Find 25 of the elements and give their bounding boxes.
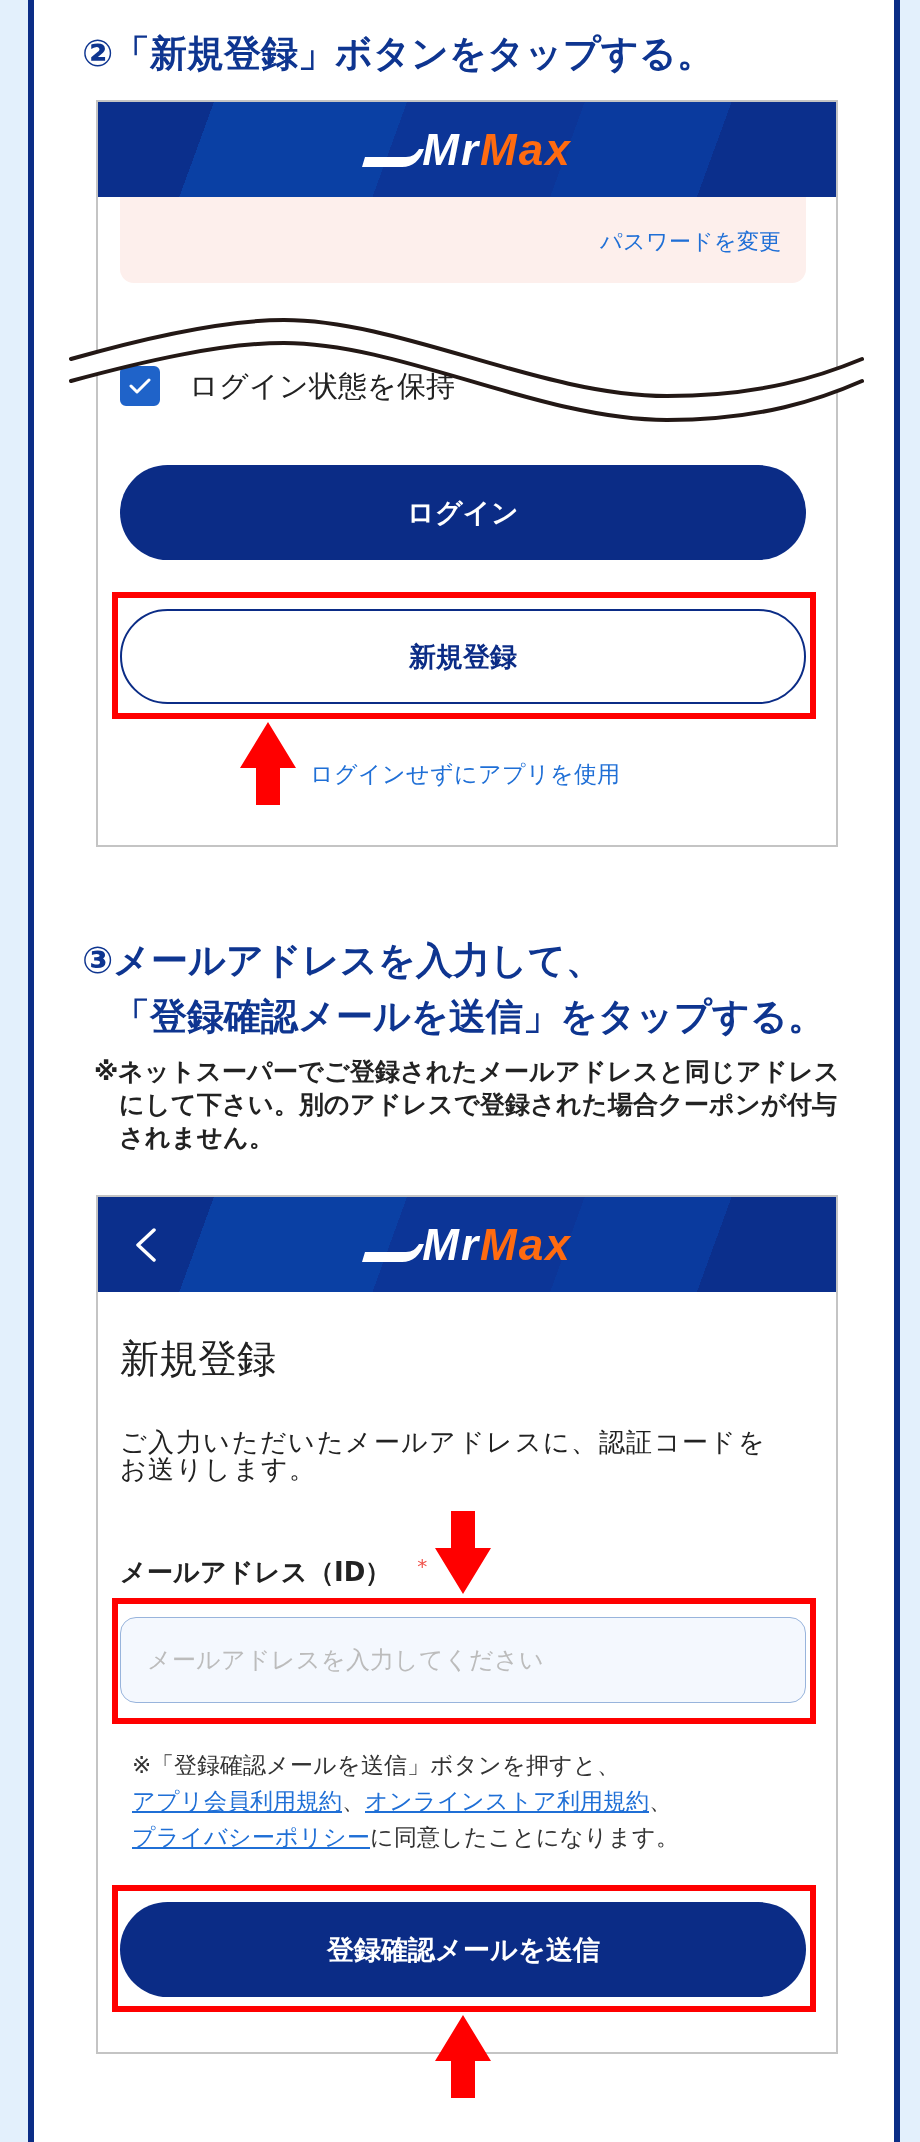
skip-login-link[interactable]: ログインせずにアプリを使用 [310, 759, 620, 789]
register-button[interactable]: 新規登録 [120, 609, 806, 704]
terms-note: ※「登録確認メールを送信」ボタンを押すと、 アプリ会員利用規約、オンラインストア利用規約、 プライバシーポリシーに同意したことになります。 [132, 1751, 680, 1852]
terms-link[interactable]: オンラインストア利用規約 [365, 1788, 649, 1814]
description-text: ご入力いただいたメールアドレスに、認証コードをお送りします。 [120, 1429, 768, 1483]
checkmark-icon [129, 378, 151, 394]
checkbox-label: ログイン状態を保持 [189, 368, 455, 405]
checkbox[interactable] [120, 366, 160, 406]
step-number: ③ [82, 938, 114, 984]
send-button[interactable]: 登録確認メールを送信 [120, 1902, 806, 1997]
terms-link[interactable]: プライバシーポリシー [132, 1824, 370, 1850]
change-password-link[interactable]: パスワードを変更 [600, 229, 781, 254]
login-button[interactable]: ログイン [120, 465, 806, 560]
email-input[interactable]: メールアドレスを入力してください [120, 1617, 806, 1703]
chevron-left-icon[interactable] [135, 1227, 157, 1262]
step-number: ② [82, 31, 114, 77]
note-text: ※ネットスーパーでご登録されたメールアドレスと同じアドレスにして下さい。別のアドレスで登録された場合クーポンが付与されません。 [94, 1056, 842, 1154]
brand-logo: MrMax [362, 1226, 572, 1263]
screen-heading: 新規登録 [120, 1335, 277, 1383]
terms-link[interactable]: アプリ会員利用規約 [132, 1788, 342, 1814]
step-title: メールアドレスを入力して、 「登録確認メールを送信」をタップする。 [113, 938, 826, 1040]
field-label: メールアドレス（ID） [120, 1556, 392, 1589]
step-title: 「新規登録」ボタンをタップする。 [113, 31, 715, 77]
required-mark: * [417, 1555, 428, 1577]
brand-logo: MrMax [362, 131, 572, 168]
